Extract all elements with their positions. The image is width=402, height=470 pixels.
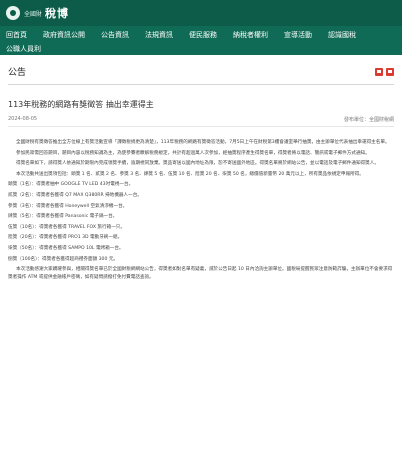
- article-body: 全國財稅有獎徵答推出全方位線上有獎活動宣導「課徵稅捐更為清楚」，113年稅務的網…: [8, 139, 394, 281]
- logo-title[interactable]: 稅博: [45, 5, 69, 21]
- paragraph: 全國財稅有獎徵答推出全方位線上有獎活動宣導「課徵稅捐更為清楚」，113年稅務的網…: [16, 140, 390, 145]
- paragraph: 本次活動感謝大家踴躍參與，相關得獎名單已於全國財稅網網站公告，得獎者如對名單有疑…: [8, 267, 393, 280]
- paragraph: 得獎名單如下，請得獎人依通知於期限內完成領獎手續，逾期視同放棄。獎品寄送以國內地…: [16, 161, 379, 167]
- print-icon[interactable]: [375, 67, 383, 76]
- site-header: 全國財 稅博: [0, 0, 402, 26]
- nav-item-tax-info[interactable]: 認識國稅: [328, 30, 356, 40]
- prize-line: 肆獎（5名）：得獎者各獲得 Panasonic 電子鍋一台。: [8, 214, 118, 220]
- prize-line: 柒獎（50名）：得獎者各獲得 SAMPO 10L 電烤箱一台。: [8, 245, 124, 251]
- prize-line: 伍獎（10名）：得獎者各獲得 TRAVEL FOX 旅行箱一只。: [8, 224, 125, 230]
- nav-item-home[interactable]: 回首頁: [6, 30, 27, 40]
- main-nav: 回首頁 政府資訊公開 公告資訊 法規資訊 便民服務 納稅者權利 宣導活動 認識國…: [0, 26, 402, 55]
- logo-subtitle: 全國財: [24, 10, 43, 18]
- page-title-row: 公告: [8, 65, 394, 85]
- prize-line: 陸獎（20名）：得獎者各獲得 PRO1 3D 電動牙刷一組。: [8, 235, 123, 241]
- prize-line: 捌獎（100名）：得獎者各獲得超商禮券面額 300 元。: [8, 256, 119, 262]
- nav-item-announcements[interactable]: 公告資訊: [101, 30, 129, 40]
- article-title: 113年稅務的網路有獎徵答 抽出幸運得主: [8, 100, 154, 109]
- nav-item-open-info[interactable]: 政府資訊公開: [43, 30, 85, 40]
- paragraph: 本次活動共送出獎項包括：頭獎 1 名、貳獎 2 名、參獎 3 名、肆獎 5 名、…: [16, 171, 364, 177]
- prize-line: 貳獎（2名）：得獎者各獲得 Q7 MAX Q380RR 掃地機器人一台。: [8, 192, 142, 198]
- nav-item-events[interactable]: 宣導活動: [284, 30, 312, 40]
- prize-line: 頭獎（1名）：得獎者抽中 GOOGLE TV LED 43吋電視一台。: [8, 182, 134, 188]
- nav-item-services[interactable]: 便民服務: [189, 30, 217, 40]
- nav-row-1: 回首頁 政府資訊公開 公告資訊 法規資訊 便民服務 納稅者權利 宣導活動 認識國…: [6, 28, 396, 42]
- article-meta: 2024-08-05 發布單位：全國財稅網: [8, 116, 394, 127]
- share-icon[interactable]: [386, 67, 394, 76]
- article-date: 2024-08-05: [8, 116, 38, 122]
- page-title: 公告: [8, 68, 27, 78]
- prize-line: 參獎（3名）：得獎者各獲得 Honeywell 空氣清淨機一台。: [8, 203, 128, 209]
- logo-icon: [6, 6, 20, 20]
- paragraph: 參加民眾需回答題目，題目內容以稅務知識為主，為使參賽者瞭解稅務規定，共計有超過萬…: [16, 150, 370, 156]
- page-tools: [375, 67, 394, 76]
- nav-item-regulations[interactable]: 法規資訊: [145, 30, 173, 40]
- main-content: 公告 113年稅務的網路有獎徵答 抽出幸運得主 2024-08-05 發布單位：…: [0, 55, 402, 281]
- article-source: 發布單位：全國財稅網: [343, 117, 394, 123]
- nav-item-officials[interactable]: 公職人員利: [6, 44, 41, 54]
- nav-row-2: 公職人員利: [6, 42, 396, 55]
- nav-item-taxpayer-rights[interactable]: 納稅者權利: [233, 30, 268, 40]
